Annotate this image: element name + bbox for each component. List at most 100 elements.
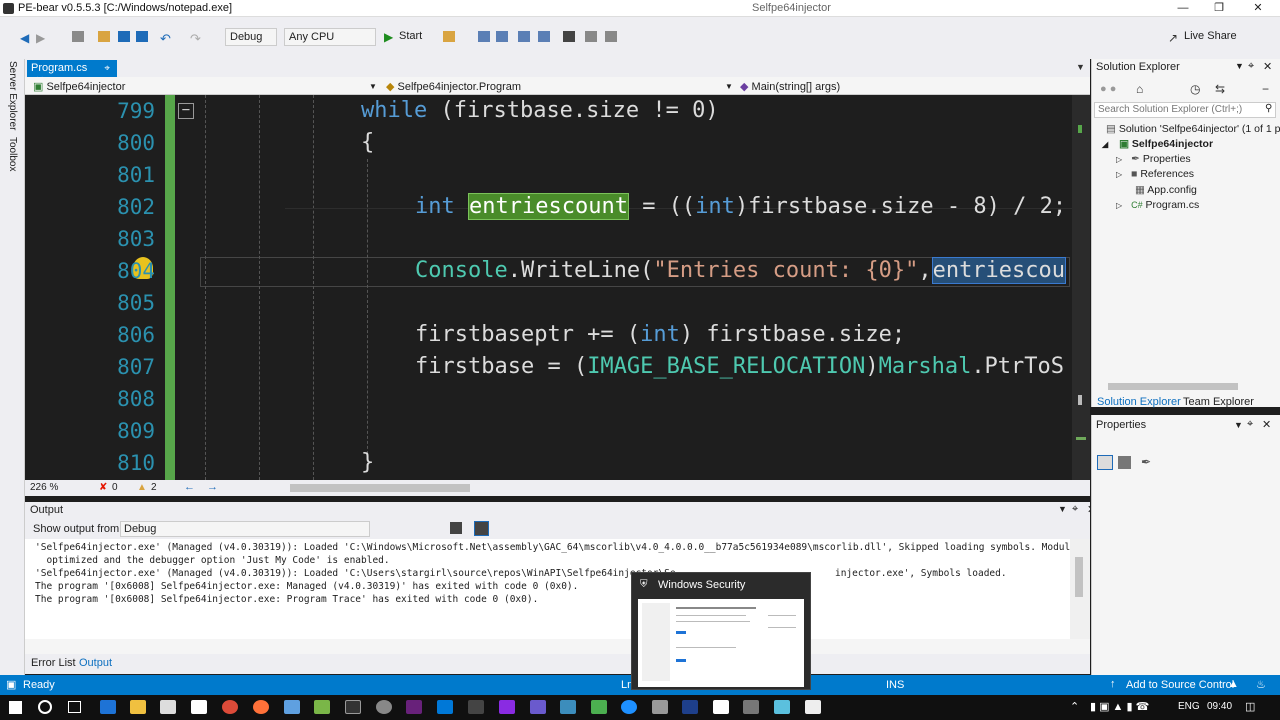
home-icon[interactable]: ⌂ — [1136, 82, 1143, 96]
app-icon[interactable] — [314, 700, 330, 714]
bookmark-icon[interactable] — [563, 31, 575, 42]
window-thumbnail[interactable] — [638, 599, 804, 687]
output-text[interactable]: 'Selfpe64injector.exe' (Managed (v4.0.30… — [25, 539, 1070, 639]
indent-icon[interactable] — [518, 31, 530, 42]
powershell-icon[interactable] — [682, 700, 698, 714]
tree-item-references[interactable]: ▷ ■ References — [1116, 168, 1194, 180]
vertical-scrollbar[interactable] — [1072, 95, 1090, 480]
sc-caret-icon[interactable]: ▲ — [1228, 678, 1239, 690]
tree-solution[interactable]: ▤ Solution 'Selfpe64injector' (1 of 1 p — [1106, 123, 1280, 135]
windows-security-icon[interactable] — [713, 700, 729, 714]
minimize-icon[interactable]: — — [1165, 0, 1201, 17]
tree-project[interactable]: ◢ ▣ Selfpe64injector — [1102, 138, 1213, 150]
chevron-right-icon[interactable]: ▷ — [1116, 201, 1122, 210]
dropdown-icon[interactable]: ▼ — [1235, 61, 1244, 71]
app-icon[interactable] — [652, 700, 668, 714]
tab-error-list[interactable]: Error List — [31, 657, 76, 669]
app-icon[interactable] — [774, 700, 790, 714]
chevron-right-icon[interactable]: ▷ — [1116, 155, 1122, 164]
save-all-icon[interactable] — [136, 31, 148, 42]
error-count[interactable]: 0 — [112, 482, 118, 493]
platform-select[interactable]: Any CPU — [284, 28, 376, 46]
step-icon[interactable] — [478, 31, 490, 42]
back-icon[interactable]: ← — [184, 481, 195, 493]
bookmark-next-icon[interactable] — [605, 31, 617, 42]
attach-icon[interactable] — [443, 31, 455, 42]
open-folder-icon[interactable] — [98, 31, 110, 42]
toolbox-tab[interactable]: Toolbox — [7, 137, 18, 171]
back-icon[interactable]: ◀ — [20, 31, 32, 45]
wrench-icon[interactable]: ✒ — [1141, 455, 1151, 469]
app-icon[interactable] — [591, 700, 607, 714]
chevron-down-icon[interactable]: ▼ — [369, 82, 377, 91]
tab-solution-explorer[interactable]: Solution Explorer — [1097, 396, 1181, 408]
word-wrap-icon[interactable] — [474, 521, 489, 536]
vscode-icon[interactable] — [437, 700, 453, 714]
search-icon[interactable]: ⚲ — [1265, 103, 1272, 114]
collapse-icon[interactable]: − — [178, 103, 194, 119]
solution-search-input[interactable]: Search Solution Explorer (Ctrl+;) — [1094, 102, 1276, 118]
mail-icon[interactable] — [191, 700, 207, 714]
sync-icon[interactable]: ● ● — [1100, 83, 1116, 95]
warning-count[interactable]: 2 — [151, 482, 157, 493]
live-share-icon[interactable]: ↗ — [1168, 31, 1178, 45]
pin-icon[interactable]: ⌖ — [104, 63, 110, 74]
tab-output[interactable]: Output — [79, 657, 112, 669]
app-icon[interactable] — [499, 700, 515, 714]
app-icon[interactable] — [743, 700, 759, 714]
history-icon[interactable]: ◷ — [1190, 82, 1200, 96]
dropdown-icon[interactable]: ▼ — [1058, 504, 1067, 514]
tree-item-properties[interactable]: ▷ ✒ Properties — [1116, 153, 1191, 165]
source-control-button[interactable]: Add to Source Control — [1126, 679, 1234, 691]
forward-icon[interactable]: ▶ — [36, 31, 48, 45]
dropdown-icon[interactable]: ▼ — [1234, 420, 1243, 430]
clock[interactable]: 09:40 — [1207, 701, 1232, 712]
undo-icon[interactable]: ↶ — [160, 31, 172, 46]
tree-item-program-cs[interactable]: ▷ C# Program.cs — [1116, 199, 1199, 211]
pin-icon[interactable]: ⌖ — [1247, 418, 1253, 431]
tab-program-cs[interactable]: Program.cs ⌖ ✕ — [27, 60, 117, 87]
live-share-button[interactable]: Live Share — [1184, 30, 1237, 42]
pin-icon[interactable]: ⌖ — [1248, 60, 1254, 73]
nav-member-select[interactable]: ◆ Main(string[] args) — [740, 80, 840, 93]
terminal-icon[interactable] — [345, 700, 361, 714]
forward-icon[interactable]: → — [207, 481, 218, 493]
close-icon[interactable]: ✕ — [1262, 418, 1271, 431]
save-icon[interactable] — [118, 31, 130, 42]
settings-icon[interactable]: − — [1262, 82, 1269, 96]
start-play-icon[interactable]: ▶ — [384, 30, 393, 44]
search-icon[interactable] — [38, 700, 52, 714]
tray-chevron-icon[interactable]: ⌃ — [1070, 700, 1079, 713]
tray-icons[interactable]: ▮ ▣ ▲ ▮ ☎ — [1090, 700, 1149, 713]
close-icon[interactable]: ✕ — [1263, 60, 1272, 73]
chevron-down-icon[interactable]: ▼ — [725, 82, 733, 91]
redo-icon[interactable]: ↷ — [190, 31, 202, 46]
store-icon[interactable] — [160, 700, 176, 714]
notification-center-icon[interactable]: ◫ — [1245, 700, 1255, 713]
app-icon[interactable] — [621, 700, 637, 714]
close-icon[interactable]: ✕ — [1240, 0, 1276, 17]
file-explorer-icon[interactable] — [130, 700, 146, 714]
configuration-select[interactable]: Debug — [225, 28, 277, 46]
server-explorer-tab[interactable]: Server Explorer — [7, 61, 18, 130]
output-scrollbar[interactable] — [1070, 539, 1090, 639]
task-view-icon[interactable] — [68, 701, 81, 713]
new-project-icon[interactable] — [72, 31, 84, 42]
app-icon[interactable] — [468, 700, 484, 714]
clear-all-icon[interactable] — [450, 522, 462, 534]
alphabetical-icon[interactable] — [1118, 456, 1131, 469]
expand-icon[interactable]: ◢ — [1102, 140, 1108, 149]
app-icon[interactable] — [376, 700, 392, 714]
nav-project-select[interactable]: ▣ Selfpe64injector — [33, 80, 373, 93]
code-editor[interactable]: − 799 800 801 802 803 804 805 806 807 80… — [25, 95, 1090, 480]
tab-team-explorer[interactable]: Team Explorer — [1183, 396, 1254, 408]
firefox-icon[interactable] — [253, 700, 269, 714]
nav-class-select[interactable]: ◆ Selfpe64injector.Program — [386, 80, 521, 93]
language-indicator[interactable]: ENG — [1178, 701, 1200, 712]
zoom-select[interactable]: 226 % — [30, 482, 58, 493]
maximize-icon[interactable]: ❐ — [1201, 0, 1237, 17]
notification-bell-icon[interactable]: ♨ — [1256, 678, 1266, 691]
error-icon[interactable]: ✘ — [99, 482, 107, 493]
up-arrow-icon[interactable]: ↑ — [1110, 678, 1116, 690]
horizontal-scrollbar[interactable] — [290, 484, 470, 492]
